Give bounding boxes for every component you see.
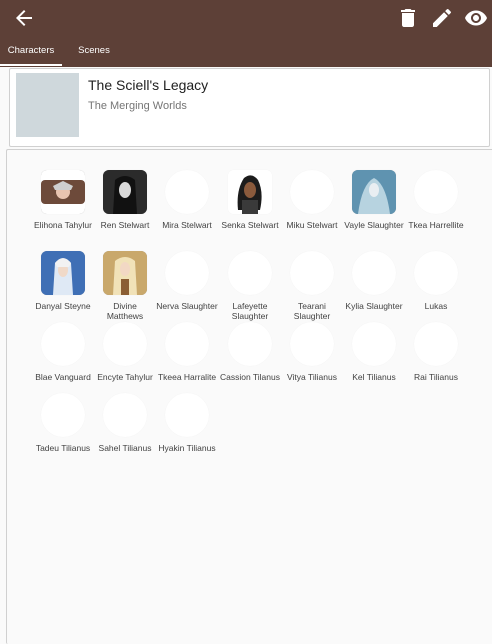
character-item[interactable]: Tkea Harrellite — [405, 170, 467, 230]
character-item[interactable]: Vitya Tilianus — [281, 322, 343, 382]
character-item[interactable]: Tearani Slaughter — [281, 251, 343, 321]
character-avatar — [103, 393, 147, 437]
character-avatar — [41, 393, 85, 437]
character-avatar — [103, 170, 147, 214]
character-name: Sahel Tilianus — [98, 443, 152, 453]
character-name: Lafeyette Slaughter — [231, 301, 269, 321]
character-item[interactable]: Hyakin Tilianus — [156, 393, 218, 453]
character-grid: Elihona Tahylur Ren Stelwart Mira Stelwa… — [6, 149, 492, 644]
character-avatar — [352, 251, 396, 295]
character-name: Nerva Slaughter — [156, 301, 218, 311]
character-name: Lukas — [424, 301, 448, 311]
character-item[interactable]: Cassion Tilanus — [219, 322, 281, 382]
character-avatar — [165, 393, 209, 437]
character-name: Tkeea Harralite — [157, 372, 217, 382]
character-name: Senka Stelwart — [221, 220, 279, 230]
story-subtitle: The Merging Worlds — [88, 100, 187, 112]
character-item[interactable]: Blae Vanguard — [32, 322, 94, 382]
character-item[interactable]: Senka Stelwart — [219, 170, 281, 230]
character-name: Rai Tilianus — [414, 372, 458, 382]
character-avatar — [165, 170, 209, 214]
character-avatar — [414, 170, 458, 214]
pencil-icon[interactable] — [430, 6, 454, 30]
character-name: Kel Tilianus — [352, 372, 396, 382]
character-avatar — [352, 322, 396, 366]
character-name: Mira Stelwart — [162, 220, 212, 230]
character-item[interactable]: Kel Tilianus — [343, 322, 405, 382]
character-avatar — [41, 170, 85, 214]
character-avatar — [290, 322, 334, 366]
character-name: Vitya Tilianus — [287, 372, 337, 382]
character-avatar — [165, 322, 209, 366]
character-avatar — [290, 170, 334, 214]
character-item[interactable]: Divine Matthews — [94, 251, 156, 321]
character-avatar — [41, 322, 85, 366]
back-arrow-icon[interactable] — [12, 6, 36, 30]
character-avatar — [228, 322, 272, 366]
story-title: The Sciell's Legacy — [88, 77, 209, 93]
character-avatar — [290, 251, 334, 295]
character-avatar — [228, 170, 272, 214]
character-avatar — [414, 251, 458, 295]
character-name: Encyte Tahylur — [97, 372, 153, 382]
character-avatar — [103, 251, 147, 295]
character-item[interactable]: Tadeu Tilianus — [32, 393, 94, 453]
character-item[interactable]: Lafeyette Slaughter — [219, 251, 281, 321]
character-name: Miku Stelwart — [286, 220, 338, 230]
character-item[interactable]: Lukas — [405, 251, 467, 311]
character-item[interactable]: Danyal Steyne — [32, 251, 94, 311]
character-avatar — [414, 322, 458, 366]
trash-icon[interactable] — [396, 6, 420, 30]
character-name: Elihona Tahylur — [34, 220, 92, 230]
character-name: Cassion Tilanus — [219, 372, 280, 382]
character-item[interactable]: Mira Stelwart — [156, 170, 218, 230]
active-tab-indicator — [0, 64, 62, 66]
story-cover-image — [16, 73, 79, 137]
tab-characters[interactable]: Characters — [0, 36, 62, 67]
character-item[interactable]: Kylia Slaughter — [343, 251, 405, 311]
character-item[interactable]: Ren Stelwart — [94, 170, 156, 230]
story-card[interactable]: The Sciell's Legacy The Merging Worlds — [9, 68, 490, 147]
character-name: Tkea Harrellite — [408, 220, 464, 230]
eye-icon[interactable] — [464, 6, 488, 30]
character-avatar — [41, 251, 85, 295]
character-name: Danyal Steyne — [35, 301, 91, 311]
character-item[interactable]: Encyte Tahylur — [94, 322, 156, 382]
character-avatar — [103, 322, 147, 366]
character-item[interactable]: Nerva Slaughter — [156, 251, 218, 311]
character-avatar — [352, 170, 396, 214]
character-name: Blae Vanguard — [35, 372, 91, 382]
app-bar — [0, 0, 492, 36]
character-item[interactable]: Elihona Tahylur — [32, 170, 94, 230]
character-item[interactable]: Vayle Slaughter — [343, 170, 405, 230]
character-name: Vayle Slaughter — [344, 220, 404, 230]
character-item[interactable]: Sahel Tilianus — [94, 393, 156, 453]
tab-scenes[interactable]: Scenes — [62, 36, 126, 67]
tab-bar: Characters Scenes — [0, 36, 492, 67]
character-name: Tearani Slaughter — [293, 301, 331, 321]
character-avatar — [165, 251, 209, 295]
character-item[interactable]: Miku Stelwart — [281, 170, 343, 230]
character-avatar — [228, 251, 272, 295]
character-name: Tadeu Tilianus — [35, 443, 91, 453]
character-name: Divine Matthews — [106, 301, 144, 321]
character-item[interactable]: Tkeea Harralite — [156, 322, 218, 382]
character-name: Ren Stelwart — [100, 220, 150, 230]
character-name: Hyakin Tilianus — [158, 443, 216, 453]
character-item[interactable]: Rai Tilianus — [405, 322, 467, 382]
character-name: Kylia Slaughter — [345, 301, 403, 311]
